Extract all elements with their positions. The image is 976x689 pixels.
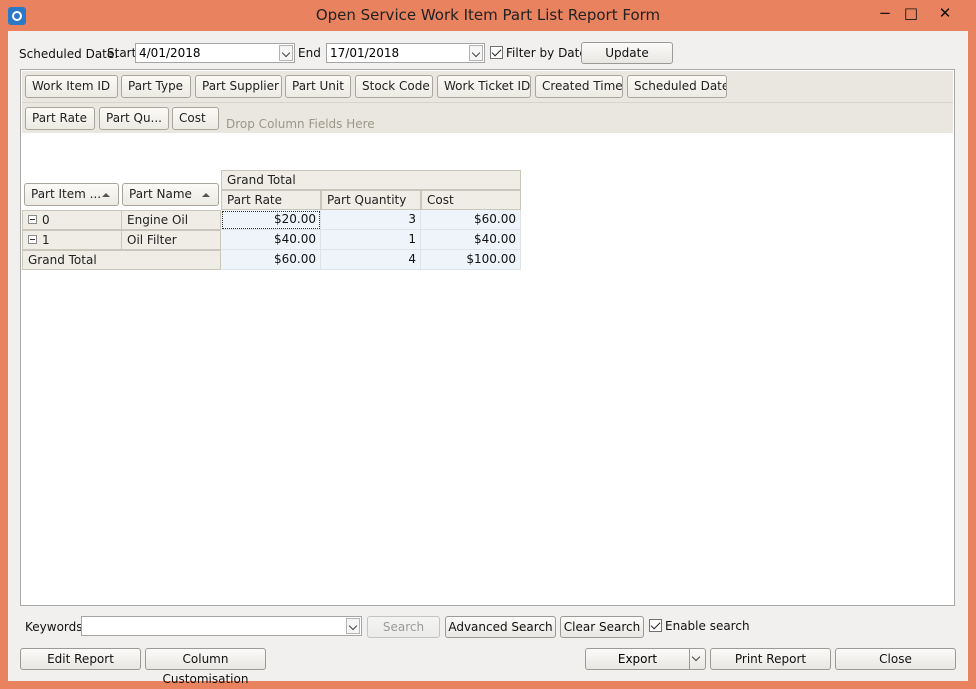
report-window: Open Service Work Item Part List Report … (0, 0, 976, 689)
row-field-part-item[interactable]: Part Item ... (24, 183, 119, 206)
filter-field-scheduled-date[interactable]: Scheduled Date (627, 75, 727, 98)
sort-ascending-icon (102, 193, 110, 197)
export-split-button[interactable]: Export (585, 648, 706, 670)
row-id-value: 0 (42, 213, 50, 227)
update-button[interactable]: Update (581, 42, 673, 64)
row-field-label: Part Item ... (31, 187, 102, 201)
filter-field-work-ticket-id[interactable]: Work Ticket ID (437, 75, 531, 98)
grand-total-column-header: Grand Total (221, 170, 521, 190)
edit-report-button[interactable]: Edit Report (20, 648, 141, 670)
print-report-button[interactable]: Print Report (710, 648, 831, 670)
row-header-id[interactable]: 0 (22, 210, 122, 230)
pivot-grid: Work Item ID Part Type Part Supplier Part U… (20, 69, 955, 606)
chevron-down-icon[interactable] (469, 45, 483, 61)
enable-search-checkbox[interactable] (649, 619, 662, 632)
keywords-label: Keywords: (25, 620, 87, 634)
row-header-id[interactable]: 1 (22, 230, 122, 250)
column-customisation-button[interactable]: Column Customisation (145, 648, 266, 686)
start-label: Start (107, 46, 137, 60)
client-area: Scheduled Date: Start 4/01/2018 End 17/0… (8, 31, 968, 686)
close-window-button[interactable]: ✕ (930, 2, 960, 26)
title-bar: Open Service Work Item Part List Report … (0, 0, 976, 30)
data-cell[interactable]: $40.00 (421, 230, 521, 250)
end-date-value: 17/01/2018 (330, 46, 400, 60)
column-header-part-rate[interactable]: Part Rate (221, 190, 321, 210)
row-field-label: Part Name (129, 187, 192, 201)
drop-column-hint: Drop Column Fields Here (226, 117, 375, 131)
enable-search-label: Enable search (665, 619, 750, 633)
grand-total-cell[interactable]: $100.00 (421, 250, 521, 270)
row-header-name: Engine Oil (121, 210, 221, 230)
end-date-picker[interactable]: 17/01/2018 (326, 43, 485, 63)
grand-total-cell[interactable]: $60.00 (221, 250, 321, 270)
filter-field-part-supplier[interactable]: Part Supplier (195, 75, 282, 98)
filter-by-date-label: Filter by Date (506, 46, 587, 60)
chevron-down-icon[interactable] (689, 649, 705, 669)
data-field-part-rate[interactable]: Part Rate (25, 107, 95, 130)
chevron-down-icon[interactable] (279, 45, 293, 61)
maximize-button[interactable]: □ (896, 2, 926, 26)
filter-by-date-checkbox[interactable] (490, 46, 503, 59)
close-button[interactable]: Close (835, 648, 956, 670)
export-button[interactable]: Export (586, 649, 690, 669)
filter-field-work-item-id[interactable]: Work Item ID (25, 75, 118, 98)
column-header-part-quantity[interactable]: Part Quantity (321, 190, 421, 210)
start-date-value: 4/01/2018 (139, 46, 201, 60)
data-cell[interactable]: $60.00 (421, 210, 521, 230)
advanced-search-button[interactable]: Advanced Search (445, 616, 556, 638)
data-cell[interactable]: 1 (321, 230, 421, 250)
start-date-picker[interactable]: 4/01/2018 (135, 43, 295, 63)
search-button[interactable]: Search (367, 616, 440, 638)
clear-search-button[interactable]: Clear Search (560, 616, 644, 638)
filter-field-part-type[interactable]: Part Type (121, 75, 191, 98)
collapse-icon[interactable] (28, 235, 37, 244)
row-header-name: Oil Filter (121, 230, 221, 250)
keywords-input[interactable] (81, 616, 362, 636)
grand-total-row-header: Grand Total (22, 250, 221, 270)
column-header-cost[interactable]: Cost (421, 190, 521, 210)
filter-field-created-time[interactable]: Created Time (535, 75, 623, 98)
grand-total-cell[interactable]: 4 (321, 250, 421, 270)
pivot-field-area: Work Item ID Part Type Part Supplier Part U… (22, 71, 953, 133)
chevron-down-icon[interactable] (346, 618, 360, 634)
field-area-divider (22, 102, 953, 103)
data-field-cost[interactable]: Cost (172, 107, 219, 130)
data-cell[interactable]: $40.00 (221, 230, 321, 250)
window-title: Open Service Work Item Part List Report … (315, 6, 661, 24)
scheduled-date-label: Scheduled Date: (19, 47, 119, 61)
data-cell[interactable]: 3 (321, 210, 421, 230)
end-label: End (298, 46, 321, 60)
collapse-icon[interactable] (28, 215, 37, 224)
row-id-value: 1 (42, 233, 50, 247)
data-field-part-qu[interactable]: Part Qu... (99, 107, 169, 130)
row-field-part-name[interactable]: Part Name (122, 183, 219, 206)
sort-ascending-icon (202, 193, 210, 197)
filter-field-stock-code[interactable]: Stock Code (355, 75, 433, 98)
data-cell[interactable]: $20.00 (221, 210, 321, 230)
filter-field-part-unit[interactable]: Part Unit (285, 75, 351, 98)
